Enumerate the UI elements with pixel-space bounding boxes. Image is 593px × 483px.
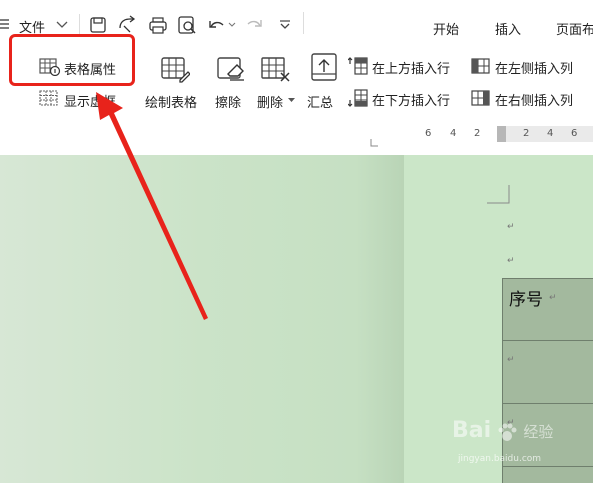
annotation-arrow [96,92,208,320]
